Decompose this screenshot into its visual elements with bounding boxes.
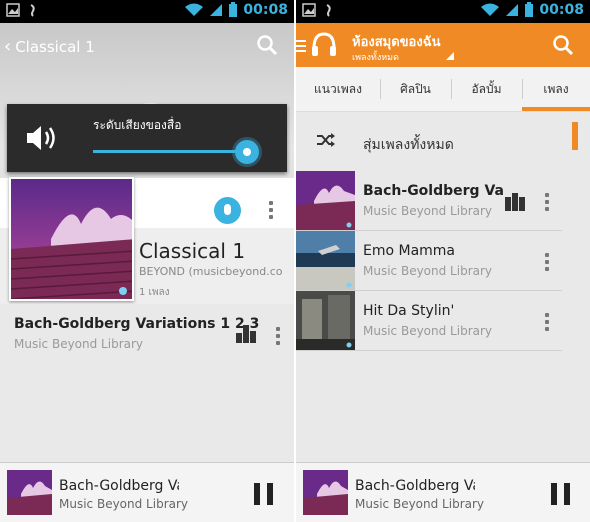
list-item[interactable]: Hit Da Stylin' Music Beyond Library (296, 291, 562, 351)
tab-albums[interactable]: อัลบั้ม (451, 67, 522, 112)
song-title: Hit Da Stylin' (363, 303, 455, 319)
album-cover (9, 177, 134, 301)
action-bar: ห้องสมุดของฉัน เพลงทั้งหมด (296, 23, 590, 67)
list-item[interactable]: Emo Mamma Music Beyond Library (296, 231, 562, 291)
now-playing-title: Bach-Goldberg Va (59, 478, 179, 494)
search-icon[interactable] (552, 34, 574, 56)
speaker-icon (27, 126, 55, 150)
now-playing-subtitle: Music Beyond Library (355, 497, 485, 511)
chevron-left-icon: ‹ (4, 36, 12, 57)
pause-icon[interactable] (254, 483, 274, 505)
drawer-menu-icon[interactable] (296, 40, 306, 52)
library-title[interactable]: ห้องสมุดของฉัน (352, 31, 440, 52)
now-playing-art (7, 470, 52, 515)
microphone-icon[interactable] (214, 197, 241, 224)
song-art (296, 171, 355, 230)
now-playing-title: Bach-Goldberg Va (355, 478, 475, 494)
active-tab-indicator (522, 107, 590, 111)
wifi-icon (185, 3, 204, 16)
list-item[interactable]: Bach-Goldberg Varia Music Beyond Library (296, 171, 562, 231)
library-subtitle[interactable]: เพลงทั้งหมด (352, 50, 399, 64)
album-overflow-menu-icon[interactable] (269, 201, 273, 219)
song-title: Bach-Goldberg Varia (363, 183, 503, 199)
song-art (296, 291, 355, 350)
battery-icon (525, 2, 534, 17)
gallery-notification-icon (302, 3, 316, 17)
clock: 00:08 (243, 2, 288, 18)
page-title: Classical 1 (15, 37, 95, 56)
battery-icon (229, 2, 238, 17)
right-screen: 00:08 ห้องสมุดของฉัน เพลงทั้งหมด แนวเพลง… (296, 0, 590, 522)
song-art (296, 231, 355, 290)
clock: 00:08 (539, 2, 584, 18)
signal-icon (210, 4, 223, 16)
now-playing-subtitle: Music Beyond Library (59, 497, 189, 511)
tab-genres[interactable]: แนวเพลง (296, 67, 380, 112)
volume-panel: ระดับเสียงของสื่อ (7, 104, 287, 172)
album-title: Classical 1 (139, 239, 246, 263)
status-bar: 00:08 (0, 0, 294, 23)
shuffle-all-row[interactable]: สุ่มเพลงทั้งหมด (296, 112, 590, 170)
song-overflow-menu-icon[interactable] (545, 313, 549, 331)
tab-songs[interactable]: เพลง (522, 67, 590, 112)
wifi-icon (481, 3, 500, 16)
spinner-dropdown-icon[interactable] (446, 52, 454, 60)
song-subtitle: Music Beyond Library (363, 324, 493, 338)
shuffle-icon (317, 133, 335, 147)
volume-slider-thumb[interactable] (235, 140, 259, 164)
volume-label: ระดับเสียงของสื่อ (93, 118, 182, 132)
now-playing-art (303, 470, 348, 515)
song-title: Bach-Goldberg Variations 1 2 3 (14, 316, 260, 332)
tab-artists[interactable]: ศิลปิน (380, 67, 451, 112)
now-playing-bar[interactable]: Bach-Goldberg Va Music Beyond Library (0, 462, 294, 522)
status-bar: 00:08 (296, 0, 590, 23)
back-button[interactable]: ‹ Classical 1 (4, 36, 95, 57)
song-subtitle: Music Beyond Library (363, 264, 493, 278)
gallery-notification-icon (6, 3, 20, 17)
library-tabs: แนวเพลง ศิลปิน อัลบั้ม เพลง (296, 67, 590, 112)
album-artist: BEYOND (musicbeyond.co (139, 265, 283, 278)
carrier-icon (326, 4, 331, 17)
search-icon[interactable] (256, 34, 278, 56)
song-subtitle: Music Beyond Library (14, 337, 144, 351)
song-subtitle: Music Beyond Library (363, 204, 493, 218)
song-overflow-menu-icon[interactable] (276, 327, 280, 345)
shuffle-all-label: สุ่มเพลงทั้งหมด (363, 137, 454, 153)
volume-slider-track[interactable] (93, 150, 243, 153)
scroll-indicator[interactable] (572, 122, 578, 150)
pause-icon[interactable] (551, 483, 571, 505)
song-overflow-menu-icon[interactable] (545, 193, 549, 211)
carrier-icon (30, 4, 35, 17)
headphones-app-icon[interactable] (310, 30, 338, 58)
song-overflow-menu-icon[interactable] (545, 253, 549, 271)
signal-icon (506, 4, 519, 16)
left-screen: 00:08 ‹ Classical 1 Classical 1 BEYOND (… (0, 0, 294, 522)
song-title: Emo Mamma (363, 243, 456, 259)
now-playing-bar[interactable]: Bach-Goldberg Va Music Beyond Library (296, 462, 590, 522)
now-playing-equalizer-icon (236, 325, 256, 343)
now-playing-equalizer-icon (505, 193, 525, 211)
album-song-count: 1 เพลง (139, 287, 170, 298)
